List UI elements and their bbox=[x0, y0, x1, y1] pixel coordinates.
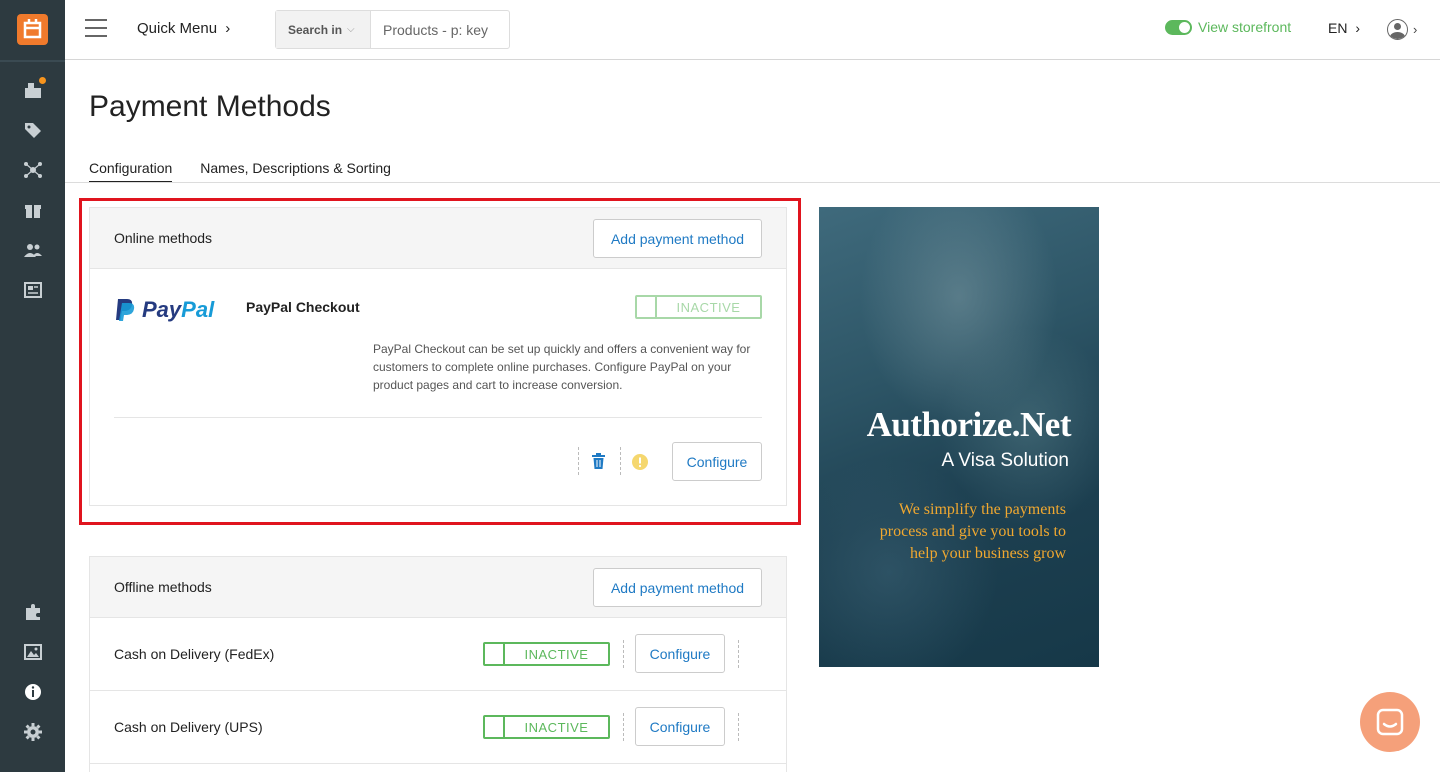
offline-method-row: Cash on Delivery (FedEx) INACTIVE Config… bbox=[90, 618, 786, 691]
payment-method-name: PayPal Checkout bbox=[246, 299, 360, 315]
logo-icon[interactable] bbox=[17, 14, 48, 45]
card-divider bbox=[114, 417, 762, 418]
online-methods-title: Online methods bbox=[114, 230, 213, 246]
search-input[interactable] bbox=[371, 11, 509, 48]
online-methods-panel: Online methods Add payment method PayPal… bbox=[89, 207, 787, 506]
banner-tagline-line: help your business grow bbox=[910, 545, 1066, 562]
banner-tagline-line: We simplify the payments bbox=[898, 501, 1066, 518]
toggle-knob bbox=[485, 644, 505, 664]
chevron-right-icon: › bbox=[1413, 22, 1418, 37]
configure-paypal-button[interactable]: Configure bbox=[672, 442, 762, 481]
network-icon[interactable] bbox=[22, 159, 44, 181]
users-icon[interactable] bbox=[22, 239, 44, 261]
tags-icon[interactable] bbox=[22, 119, 44, 141]
gear-icon[interactable] bbox=[22, 721, 44, 743]
tabs-divider bbox=[65, 182, 1440, 183]
payment-method-name: Cash on Delivery (FedEx) bbox=[114, 646, 275, 662]
trash-icon[interactable] bbox=[591, 453, 606, 475]
info-icon[interactable] bbox=[22, 681, 44, 703]
user-menu[interactable]: › bbox=[1387, 19, 1417, 40]
image-icon[interactable] bbox=[22, 641, 44, 663]
toggle-icon bbox=[1165, 19, 1192, 35]
quick-menu-button[interactable]: Quick Menu › bbox=[137, 20, 230, 37]
separator bbox=[623, 640, 624, 668]
chat-button[interactable] bbox=[1360, 692, 1420, 752]
banner-tagline-line: process and give you tools to bbox=[879, 523, 1066, 540]
dashboard-icon[interactable] bbox=[22, 77, 46, 101]
page-title: Payment Methods bbox=[89, 90, 331, 123]
puzzle-icon[interactable] bbox=[22, 601, 44, 623]
view-storefront-label: View storefront bbox=[1198, 19, 1292, 35]
search-in-dropdown[interactable]: Search in ⌵ bbox=[276, 11, 371, 48]
news-icon[interactable] bbox=[22, 279, 44, 301]
separator bbox=[620, 447, 621, 475]
status-label: INACTIVE bbox=[524, 719, 589, 735]
separator bbox=[578, 447, 579, 475]
sidebar-divider bbox=[0, 60, 65, 62]
user-avatar-icon bbox=[1387, 19, 1408, 40]
paypal-wordmark-pal: Pal bbox=[181, 297, 215, 322]
paypal-p-icon bbox=[116, 299, 135, 321]
tab-configuration[interactable]: Configuration bbox=[89, 160, 173, 183]
hamburger-menu-icon[interactable] bbox=[85, 19, 107, 39]
authorize-net-banner[interactable]: Authorize.Net A Visa Solution We simplif… bbox=[819, 207, 1099, 667]
add-offline-payment-method-button[interactable]: Add payment method bbox=[593, 568, 762, 607]
quick-menu-label: Quick Menu bbox=[137, 20, 218, 37]
search-box: Search in ⌵ bbox=[275, 10, 510, 49]
chat-icon bbox=[1376, 708, 1404, 736]
online-methods-header: Online methods Add payment method bbox=[90, 208, 786, 269]
offline-methods-panel: Offline methods Add payment method Cash … bbox=[89, 556, 787, 772]
banner-tagline: We simplify the payments process and giv… bbox=[836, 499, 1066, 565]
separator bbox=[623, 713, 624, 741]
tab-names-descriptions-sorting[interactable]: Names, Descriptions & Sorting bbox=[200, 160, 391, 183]
offline-method-row: Cash on Delivery (UPS) INACTIVE Configur… bbox=[90, 691, 786, 764]
configure-button[interactable]: Configure bbox=[635, 707, 725, 746]
paypal-logo: PayPal bbox=[115, 297, 214, 323]
sidebar bbox=[0, 0, 65, 772]
banner-subtitle: A Visa Solution bbox=[941, 450, 1069, 471]
payment-method-description: PayPal Checkout can be set up quickly an… bbox=[373, 342, 751, 392]
topbar: Quick Menu › Search in ⌵ View storefront… bbox=[65, 0, 1440, 60]
status-toggle[interactable]: INACTIVE bbox=[483, 715, 610, 739]
gift-icon[interactable] bbox=[22, 199, 44, 221]
separator bbox=[738, 713, 739, 741]
payment-method-name: Cash on Delivery (UPS) bbox=[114, 719, 263, 735]
tabs: Configuration Names, Descriptions & Sort… bbox=[89, 160, 419, 183]
search-in-label: Search in bbox=[288, 22, 343, 37]
separator bbox=[738, 640, 739, 668]
status-label: INACTIVE bbox=[524, 646, 589, 662]
add-online-payment-method-button[interactable]: Add payment method bbox=[593, 219, 762, 258]
configure-button[interactable]: Configure bbox=[635, 634, 725, 673]
paypal-wordmark-pay: Pay bbox=[142, 297, 182, 322]
status-toggle[interactable]: INACTIVE bbox=[635, 295, 762, 319]
warning-icon[interactable] bbox=[632, 454, 648, 475]
chevron-right-icon: › bbox=[225, 20, 231, 37]
language-selector[interactable]: EN › bbox=[1328, 20, 1360, 36]
status-label: INACTIVE bbox=[676, 299, 741, 315]
status-toggle[interactable]: INACTIVE bbox=[483, 642, 610, 666]
language-label: EN bbox=[1328, 20, 1348, 36]
toggle-knob bbox=[637, 297, 657, 317]
paypal-method-card: PayPal PayPal Checkout INACTIVE PayPal C… bbox=[90, 269, 786, 506]
chevron-right-icon: › bbox=[1355, 20, 1361, 36]
chevron-down-icon: ⌵ bbox=[347, 24, 355, 35]
view-storefront-toggle[interactable]: View storefront bbox=[1165, 19, 1291, 35]
offline-methods-header: Offline methods Add payment method bbox=[90, 557, 786, 618]
offline-methods-title: Offline methods bbox=[114, 579, 212, 595]
paypal-wordmark: PayPal bbox=[142, 297, 214, 323]
toggle-knob bbox=[485, 717, 505, 737]
banner-brand: Authorize.Net bbox=[866, 405, 1072, 444]
notification-dot bbox=[39, 77, 46, 84]
